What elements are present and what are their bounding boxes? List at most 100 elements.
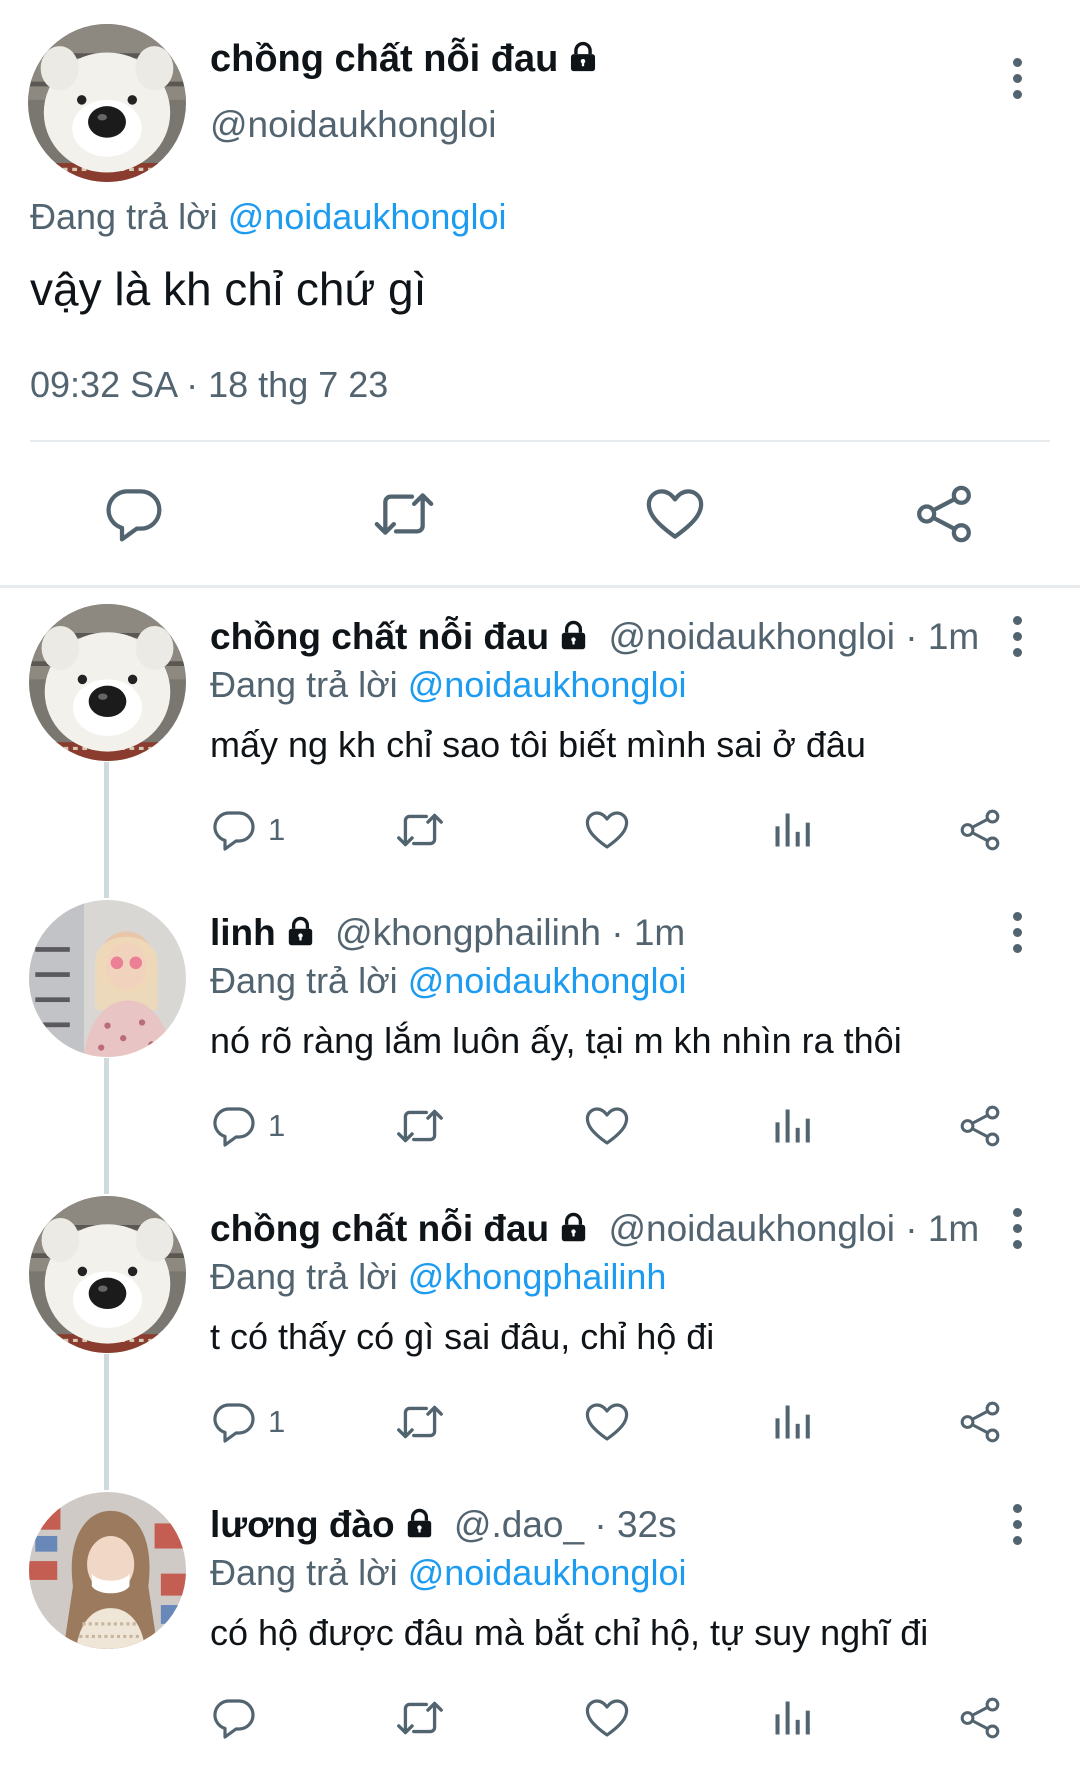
- like-action[interactable]: [583, 1100, 631, 1152]
- retweet-action[interactable]: [395, 1100, 445, 1152]
- share-icon[interactable]: [957, 1103, 1003, 1149]
- action-bar: 1: [0, 1396, 1080, 1452]
- author-handle-time[interactable]: @noidaukhongloi · 1m: [608, 616, 979, 657]
- like-action[interactable]: [583, 1396, 631, 1448]
- analytics-icon[interactable]: [770, 1696, 814, 1740]
- avatar[interactable]: [28, 24, 186, 182]
- author-handle-time[interactable]: @khongphailinh · 1m: [335, 912, 685, 953]
- replying-to-mention[interactable]: @noidaukhongloi: [408, 1552, 687, 1593]
- like-icon[interactable]: [583, 1398, 631, 1446]
- retweet-icon[interactable]: [395, 1693, 445, 1743]
- more-options-icon[interactable]: [1007, 58, 1027, 99]
- share-icon[interactable]: [957, 1695, 1003, 1741]
- replying-to: Đang trả lời @noidaukhongloi: [210, 664, 686, 706]
- like-icon[interactable]: [583, 1694, 631, 1742]
- action-bar: 1: [0, 804, 1080, 860]
- avatar[interactable]: [29, 604, 186, 761]
- views-action[interactable]: [770, 1396, 814, 1448]
- share-action[interactable]: [957, 804, 1003, 856]
- analytics-icon[interactable]: [770, 1104, 814, 1148]
- reply-tweet[interactable]: chồng chất nỗi đau @noidaukhongloi · 1m …: [0, 604, 1080, 894]
- share-icon[interactable]: [957, 1399, 1003, 1445]
- retweet-icon[interactable]: [372, 482, 436, 546]
- views-action[interactable]: [770, 1100, 814, 1152]
- more-options-icon[interactable]: [1007, 912, 1027, 953]
- share-icon[interactable]: [957, 807, 1003, 853]
- replying-to: Đang trả lời @noidaukhongloi: [210, 1552, 686, 1594]
- reply-icon[interactable]: [102, 482, 166, 546]
- avatar[interactable]: [29, 900, 186, 1057]
- retweet-action[interactable]: [395, 1692, 445, 1744]
- tweet-timestamp[interactable]: 09:32 SA · 18 thg 7 23: [30, 364, 388, 406]
- more-options-icon[interactable]: [1007, 1208, 1027, 1249]
- more-options-icon[interactable]: [1007, 1504, 1027, 1545]
- reply-header: lương đào @.dao_ · 32s: [210, 1504, 677, 1546]
- reply-action[interactable]: 1: [210, 1100, 285, 1152]
- retweet-icon[interactable]: [395, 805, 445, 855]
- reply-icon[interactable]: [210, 806, 258, 854]
- views-action[interactable]: [770, 1692, 814, 1744]
- retweet-icon[interactable]: [395, 1101, 445, 1151]
- share-action[interactable]: [957, 1396, 1003, 1448]
- avatar-image: [29, 604, 186, 761]
- lock-icon: [557, 1211, 590, 1244]
- analytics-icon[interactable]: [770, 1400, 814, 1444]
- like-icon[interactable]: [583, 1102, 631, 1150]
- author-handle-time[interactable]: @noidaukhongloi · 1m: [608, 1208, 979, 1249]
- reply-action[interactable]: 1: [210, 1396, 285, 1448]
- share-icon[interactable]: [912, 482, 976, 546]
- author-name[interactable]: chồng chất nỗi đau: [210, 38, 600, 81]
- tweet-text: t có thấy có gì sai đâu, chỉ hộ đi: [210, 1316, 715, 1357]
- like-icon[interactable]: [583, 806, 631, 854]
- tweet-text: mấy ng kh chỉ sao tôi biết mình sai ở đâ…: [210, 724, 866, 765]
- lock-icon: [284, 915, 317, 948]
- share-action[interactable]: [957, 1692, 1003, 1744]
- reply-action[interactable]: [210, 1692, 268, 1744]
- like-action[interactable]: [583, 804, 631, 856]
- avatar[interactable]: [29, 1492, 186, 1649]
- views-action[interactable]: [770, 804, 814, 856]
- author-name[interactable]: chồng chất nỗi đau: [210, 616, 549, 657]
- like-icon[interactable]: [643, 482, 707, 546]
- author-name[interactable]: lương đào: [210, 1504, 395, 1545]
- reply-icon[interactable]: [210, 1398, 258, 1446]
- reply-tweet[interactable]: chồng chất nỗi đau @noidaukhongloi · 1m …: [0, 1196, 1080, 1486]
- author-name[interactable]: chồng chất nỗi đau: [210, 1208, 549, 1249]
- author-handle-time[interactable]: @.dao_ · 32s: [454, 1504, 677, 1545]
- like-action[interactable]: [583, 1692, 631, 1744]
- avatar-image: [29, 900, 186, 1057]
- thread-connector: [104, 762, 109, 898]
- retweet-action[interactable]: [395, 804, 445, 856]
- main-tweet: chồng chất nỗi đau @noidaukhongloi Đang …: [0, 0, 1080, 588]
- reply-count: 1: [268, 1404, 286, 1439]
- retweet-action[interactable]: [395, 1396, 445, 1448]
- more-options-icon[interactable]: [1007, 616, 1027, 657]
- reply-tweet[interactable]: linh @khongphailinh · 1m Đang trả lời @n…: [0, 900, 1080, 1190]
- replying-label: Đang trả lời: [210, 1256, 398, 1297]
- action-bar: [0, 1692, 1080, 1748]
- author-handle[interactable]: @noidaukhongloi: [210, 104, 497, 146]
- avatar-image: [29, 1196, 186, 1353]
- replying-to-mention[interactable]: @khongphailinh: [408, 1256, 667, 1297]
- analytics-icon[interactable]: [770, 808, 814, 852]
- reply-count: 1: [268, 1108, 286, 1143]
- retweet-icon[interactable]: [395, 1397, 445, 1447]
- reply-tweet[interactable]: lương đào @.dao_ · 32s Đang trả lời @noi…: [0, 1492, 1080, 1770]
- share-action[interactable]: [957, 1100, 1003, 1152]
- lock-icon: [403, 1507, 436, 1540]
- tweet-text: có hộ được đâu mà bắt chỉ hộ, tự suy ngh…: [210, 1612, 929, 1653]
- tweet-text: nó rõ ràng lắm luôn ấy, tại m kh nhìn ra…: [210, 1020, 902, 1061]
- replying-label: Đang trả lời: [210, 1552, 398, 1593]
- replying-to: Đang trả lời @noidaukhongloi: [210, 960, 686, 1002]
- author-name-label: chồng chất nỗi đau: [210, 38, 559, 80]
- replying-to-mention[interactable]: @noidaukhongloi: [408, 664, 687, 705]
- avatar-image: [29, 1492, 186, 1649]
- replying-to-mention[interactable]: @noidaukhongloi: [408, 960, 687, 1001]
- reply-icon[interactable]: [210, 1694, 258, 1742]
- reply-icon[interactable]: [210, 1102, 258, 1150]
- replying-to-mention[interactable]: @noidaukhongloi: [228, 196, 507, 237]
- reply-action[interactable]: 1: [210, 804, 285, 856]
- tweet-text: vậy là kh chỉ chứ gì: [30, 263, 427, 315]
- author-name[interactable]: linh: [210, 912, 276, 953]
- avatar[interactable]: [29, 1196, 186, 1353]
